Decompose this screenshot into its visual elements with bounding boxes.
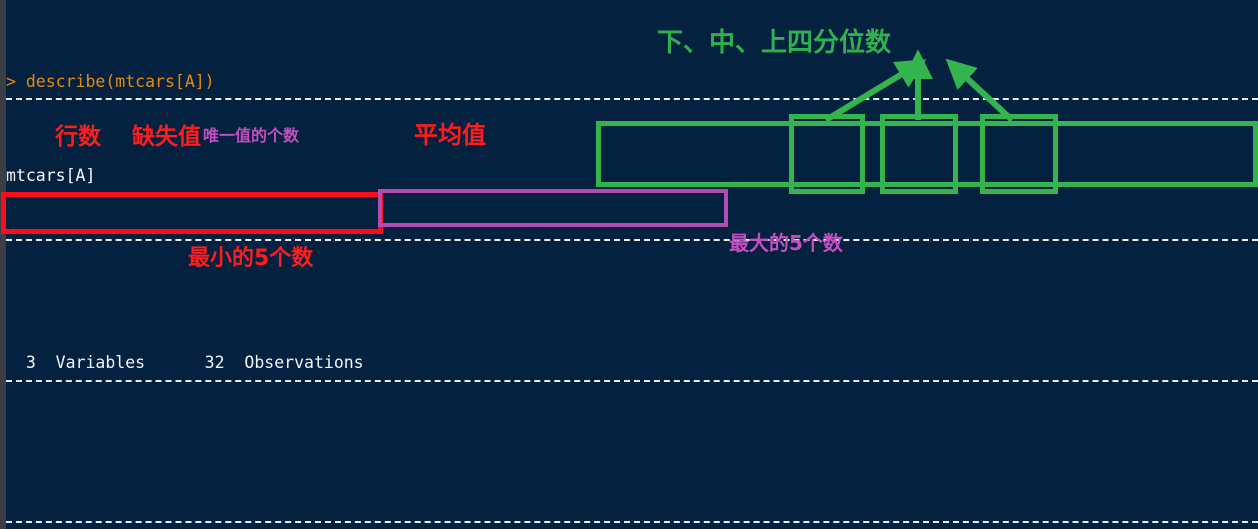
separator-line-4 [6, 521, 1258, 523]
lowest-values-box [1, 192, 383, 234]
annotation-distinct-count: 唯一值的个数 [203, 126, 300, 145]
annotation-lowest-five: 最小的5个数 [188, 246, 314, 271]
highest-values-box [378, 189, 728, 227]
quartile-box-q1 [789, 114, 865, 194]
quartile-box-median [880, 114, 958, 194]
prompt-symbol: > [6, 72, 16, 92]
console-command: describe(mtcars[A]) [25, 72, 215, 92]
annotation-row-count: 行数 [55, 124, 101, 150]
annotation-quartiles: 下、中、上四分位数 [657, 28, 892, 58]
terminal-screenshot: > describe(mtcars[A]) mtcars[A] 3 Variab… [0, 0, 1258, 529]
separator-line-1 [6, 98, 1258, 100]
annotation-highest-five: 最大的5个数 [729, 231, 843, 255]
console-command-line: > describe(mtcars[A]) [6, 70, 1258, 93]
quartile-box-q3 [980, 114, 1058, 194]
annotation-mean-value: 平均值 [414, 121, 486, 149]
annotation-missing-value: 缺失值 [132, 124, 201, 150]
console-summary: 3 Variables 32 Observations [6, 353, 364, 373]
separator-line-3 [6, 380, 1258, 382]
